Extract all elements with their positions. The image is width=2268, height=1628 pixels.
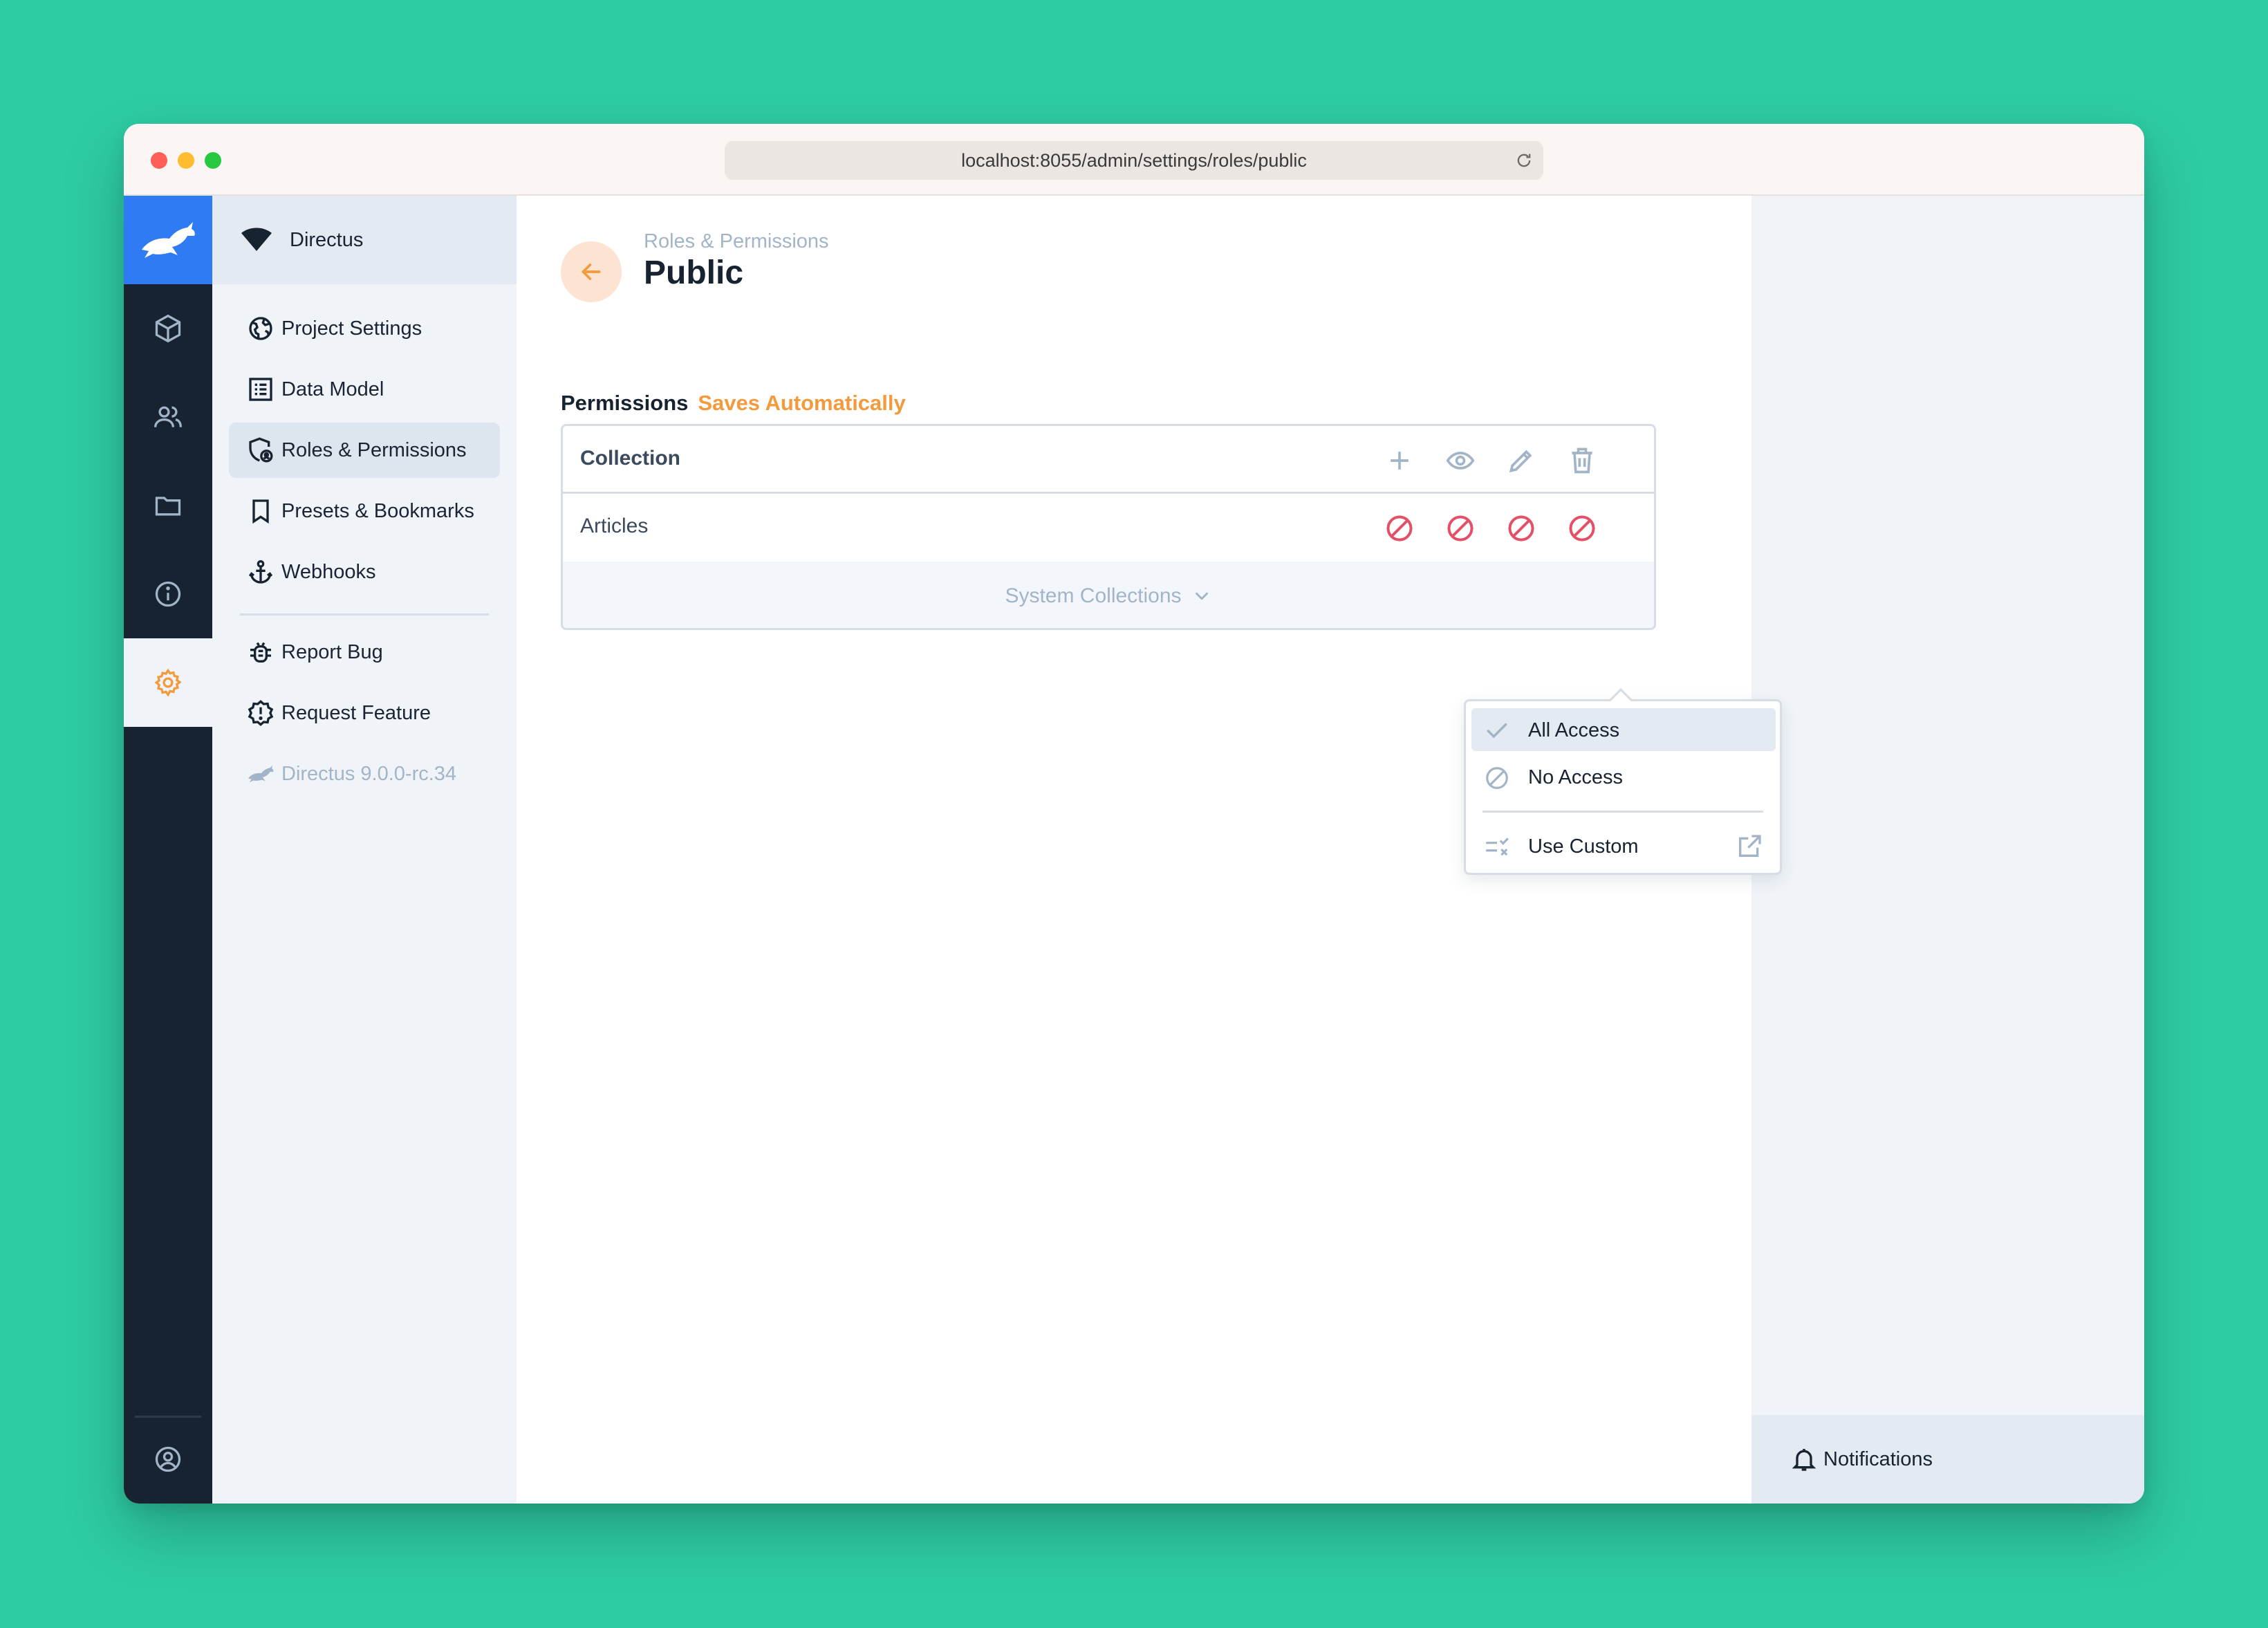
nav-item-label: Data Model: [281, 378, 384, 400]
block-icon[interactable]: [1567, 513, 1597, 544]
browser-titlebar: localhost:8055/admin/settings/roles/publ…: [124, 124, 2144, 196]
bell-icon: [1792, 1449, 1816, 1471]
pencil-icon: [1509, 450, 1532, 473]
notifications-button[interactable]: Notifications: [1751, 1415, 2144, 1504]
nav-item-project-settings[interactable]: Project Settings: [229, 301, 500, 356]
nav-item-label: Directus 9.0.0-rc.34: [281, 762, 457, 785]
back-button[interactable]: [561, 241, 622, 302]
nav-item-data-model[interactable]: Data Model: [229, 362, 500, 417]
info-icon: [155, 581, 181, 607]
nav-item-version[interactable]: Directus 9.0.0-rc.34: [229, 746, 500, 802]
check-icon: [1487, 723, 1507, 739]
people-icon: [154, 406, 182, 427]
permissions-table-header: Collection: [563, 426, 1654, 494]
project-header[interactable]: Directus: [212, 196, 517, 284]
box-icon: [155, 314, 181, 343]
permissions-section-header: Permissions Saves Automatically: [561, 391, 906, 416]
nav-item-label: Report Bug: [281, 640, 383, 663]
launch-icon[interactable]: [1736, 833, 1763, 860]
menu-item-use-custom[interactable]: Use Custom: [1471, 824, 1776, 867]
address-bar-url: localhost:8055/admin/settings/roles/publ…: [961, 149, 1307, 171]
reload-icon[interactable]: [1514, 151, 1534, 170]
files-module-button[interactable]: [124, 461, 212, 550]
permission-dropdown-menu: All Access No Access Use Custom: [1464, 688, 1782, 875]
user-account-button[interactable]: [124, 1415, 212, 1504]
menu-divider: [1482, 811, 1763, 813]
directus-rabbit-icon: [248, 765, 274, 783]
folder-icon: [155, 497, 181, 516]
globe-icon: [249, 317, 272, 340]
block-icon[interactable]: [1384, 513, 1415, 544]
docs-module-button[interactable]: [124, 550, 212, 638]
new-releases-icon: [248, 700, 274, 726]
notifications-label: Notifications: [1823, 1447, 1933, 1470]
menu-item-label: Use Custom: [1528, 835, 1639, 858]
nav-item-label: Request Feature: [281, 701, 431, 724]
browser-window: localhost:8055/admin/settings/roles/publ…: [124, 124, 2144, 1504]
block-icon[interactable]: [1445, 513, 1476, 544]
module-rail: [124, 196, 212, 1504]
list-alt-icon: [249, 378, 272, 401]
eye-icon: [1446, 452, 1475, 470]
arrow-back-icon: [582, 263, 601, 280]
shield-user-icon: [249, 437, 273, 463]
system-collections-label: System Collections: [1005, 584, 1182, 607]
project-name: Directus: [290, 228, 364, 251]
saves-automatically-note: Saves Automatically: [698, 391, 906, 415]
maximize-window-button[interactable]: [205, 152, 221, 169]
nav-item-webhooks[interactable]: Webhooks: [229, 544, 500, 600]
system-collections-toggle[interactable]: System Collections: [563, 562, 1654, 628]
block-icon[interactable]: [1506, 513, 1536, 544]
nav-item-presets-bookmarks[interactable]: Presets & Bookmarks: [229, 483, 500, 539]
close-window-button[interactable]: [151, 152, 167, 169]
account-circle-icon: [155, 1446, 181, 1472]
minimize-window-button[interactable]: [178, 152, 194, 169]
menu-item-label: All Access: [1528, 719, 1620, 741]
collection-column-header: Collection: [580, 447, 681, 470]
right-sidebar: Notifications: [1751, 196, 2144, 1504]
block-icon: [1486, 767, 1508, 789]
nav-item-label: Project Settings: [281, 317, 422, 340]
address-bar[interactable]: localhost:8055/admin/settings/roles/publ…: [725, 141, 1543, 180]
settings-module-button[interactable]: [124, 638, 212, 727]
menu-item-all-access[interactable]: All Access: [1471, 708, 1776, 751]
gear-icon: [154, 668, 182, 697]
nav-divider: [240, 613, 489, 616]
directus-logo[interactable]: [124, 196, 212, 284]
collection-name: Articles: [580, 515, 649, 537]
table-row: Articles: [563, 494, 1654, 562]
nav-item-label: Presets & Bookmarks: [281, 499, 474, 522]
trash-icon: [1572, 447, 1592, 474]
directus-rabbit-icon: [142, 222, 195, 258]
permissions-heading: Permissions: [561, 391, 689, 415]
bookmark-icon: [252, 499, 269, 524]
nav-item-label: Roles & Permissions: [281, 438, 467, 461]
breadcrumb[interactable]: Roles & Permissions: [644, 230, 829, 253]
chevron-down-icon: [1195, 592, 1208, 600]
wifi-icon: [241, 228, 272, 251]
settings-navigation: Directus Project Settings Data Model Rol…: [212, 196, 517, 1504]
nav-item-roles-permissions[interactable]: Roles & Permissions: [229, 423, 500, 478]
nav-item-request-feature[interactable]: Request Feature: [229, 685, 500, 741]
nav-item-label: Webhooks: [281, 560, 376, 583]
rule-icon: [1486, 838, 1509, 856]
anchor-icon: [248, 559, 273, 584]
permissions-table: Collection Articles System Collections: [561, 424, 1656, 630]
menu-item-no-access[interactable]: No Access: [1471, 755, 1776, 798]
content-module-button[interactable]: [124, 284, 212, 373]
menu-item-label: No Access: [1528, 766, 1623, 788]
bug-icon: [250, 642, 271, 663]
nav-item-report-bug[interactable]: Report Bug: [229, 625, 500, 680]
page-title: Public: [644, 255, 744, 291]
add-icon: [1391, 452, 1409, 470]
users-module-button[interactable]: [124, 373, 212, 461]
